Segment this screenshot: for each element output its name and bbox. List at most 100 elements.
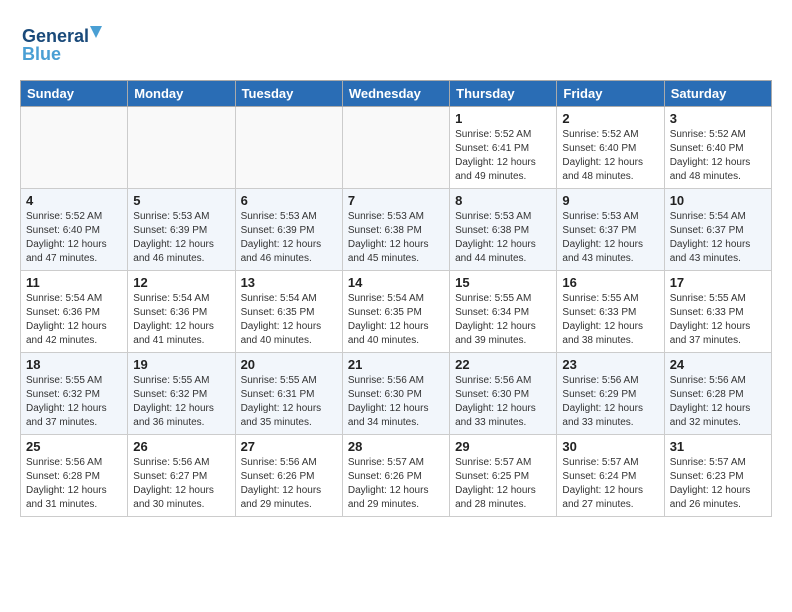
calendar-table: SundayMondayTuesdayWednesdayThursdayFrid… [20,80,772,517]
calendar-day-cell: 1 Sunrise: 5:52 AM Sunset: 6:41 PM Daylig… [450,107,557,189]
day-number: 8 [455,193,551,208]
day-info: Sunrise: 5:52 AM Sunset: 6:41 PM Dayligh… [455,128,551,184]
day-info: Sunrise: 5:55 AM Sunset: 6:33 PM Dayligh… [562,292,658,348]
day-info: Sunrise: 5:55 AM Sunset: 6:31 PM Dayligh… [241,374,337,430]
day-info: Sunrise: 5:55 AM Sunset: 6:34 PM Dayligh… [455,292,551,348]
calendar-day-cell: 10 Sunrise: 5:54 AM Sunset: 6:37 PM Dayli… [664,189,771,271]
day-info: Sunrise: 5:53 AM Sunset: 6:38 PM Dayligh… [348,210,444,266]
day-info: Sunrise: 5:56 AM Sunset: 6:30 PM Dayligh… [455,374,551,430]
day-number: 4 [26,193,122,208]
day-info: Sunrise: 5:53 AM Sunset: 6:38 PM Dayligh… [455,210,551,266]
day-number: 19 [133,357,229,372]
day-number: 27 [241,439,337,454]
svg-text:General: General [22,26,89,46]
day-info: Sunrise: 5:56 AM Sunset: 6:29 PM Dayligh… [562,374,658,430]
day-info: Sunrise: 5:56 AM Sunset: 6:26 PM Dayligh… [241,456,337,512]
day-number: 12 [133,275,229,290]
day-info: Sunrise: 5:52 AM Sunset: 6:40 PM Dayligh… [26,210,122,266]
calendar-day-cell: 22 Sunrise: 5:56 AM Sunset: 6:30 PM Dayli… [450,353,557,435]
calendar-day-cell: 26 Sunrise: 5:56 AM Sunset: 6:27 PM Dayli… [128,435,235,517]
day-number: 14 [348,275,444,290]
day-info: Sunrise: 5:57 AM Sunset: 6:24 PM Dayligh… [562,456,658,512]
calendar-day-cell: 25Sunrise: 5:56 AM Sunset: 6:28 PM Dayli… [21,435,128,517]
weekday-header-cell: Saturday [664,81,771,107]
calendar-day-cell: 20 Sunrise: 5:55 AM Sunset: 6:31 PM Dayli… [235,353,342,435]
weekday-header-row: SundayMondayTuesdayWednesdayThursdayFrid… [21,81,772,107]
day-info: Sunrise: 5:53 AM Sunset: 6:39 PM Dayligh… [241,210,337,266]
calendar-day-cell: 19 Sunrise: 5:55 AM Sunset: 6:32 PM Dayli… [128,353,235,435]
day-info: Sunrise: 5:57 AM Sunset: 6:26 PM Dayligh… [348,456,444,512]
day-number: 17 [670,275,766,290]
calendar-week-row: 11Sunrise: 5:54 AM Sunset: 6:36 PM Dayli… [21,271,772,353]
calendar-day-cell: 8 Sunrise: 5:53 AM Sunset: 6:38 PM Daylig… [450,189,557,271]
calendar-day-cell: 24 Sunrise: 5:56 AM Sunset: 6:28 PM Dayli… [664,353,771,435]
calendar-day-cell: 3Sunrise: 5:52 AM Sunset: 6:40 PM Daylig… [664,107,771,189]
day-number: 1 [455,111,551,126]
day-info: Sunrise: 5:52 AM Sunset: 6:40 PM Dayligh… [562,128,658,184]
calendar-day-cell: 12 Sunrise: 5:54 AM Sunset: 6:36 PM Dayli… [128,271,235,353]
calendar-day-cell: 4 Sunrise: 5:52 AM Sunset: 6:40 PM Daylig… [21,189,128,271]
day-number: 26 [133,439,229,454]
calendar-day-cell [235,107,342,189]
calendar-day-cell [128,107,235,189]
day-info: Sunrise: 5:57 AM Sunset: 6:25 PM Dayligh… [455,456,551,512]
calendar-day-cell: 30Sunrise: 5:57 AM Sunset: 6:24 PM Dayli… [557,435,664,517]
calendar-week-row: 25Sunrise: 5:56 AM Sunset: 6:28 PM Dayli… [21,435,772,517]
day-number: 18 [26,357,122,372]
calendar-day-cell: 27 Sunrise: 5:56 AM Sunset: 6:26 PM Dayli… [235,435,342,517]
weekday-header-cell: Monday [128,81,235,107]
day-number: 22 [455,357,551,372]
day-info: Sunrise: 5:56 AM Sunset: 6:28 PM Dayligh… [670,374,766,430]
calendar-day-cell: 31Sunrise: 5:57 AM Sunset: 6:23 PM Dayli… [664,435,771,517]
day-number: 15 [455,275,551,290]
logo-svg: General Blue [20,20,110,70]
calendar-day-cell: 5Sunrise: 5:53 AM Sunset: 6:39 PM Daylig… [128,189,235,271]
weekday-header-cell: Friday [557,81,664,107]
header: General Blue [20,20,772,70]
day-info: Sunrise: 5:53 AM Sunset: 6:37 PM Dayligh… [562,210,658,266]
day-number: 29 [455,439,551,454]
calendar-day-cell: 28 Sunrise: 5:57 AM Sunset: 6:26 PM Dayli… [342,435,449,517]
calendar-day-cell: 15 Sunrise: 5:55 AM Sunset: 6:34 PM Dayli… [450,271,557,353]
day-number: 24 [670,357,766,372]
day-number: 16 [562,275,658,290]
day-number: 21 [348,357,444,372]
calendar-week-row: 4 Sunrise: 5:52 AM Sunset: 6:40 PM Daylig… [21,189,772,271]
day-info: Sunrise: 5:52 AM Sunset: 6:40 PM Dayligh… [670,128,766,184]
day-info: Sunrise: 5:54 AM Sunset: 6:36 PM Dayligh… [133,292,229,348]
calendar-day-cell: 17 Sunrise: 5:55 AM Sunset: 6:33 PM Dayli… [664,271,771,353]
day-number: 23 [562,357,658,372]
day-number: 6 [241,193,337,208]
calendar-day-cell: 11Sunrise: 5:54 AM Sunset: 6:36 PM Dayli… [21,271,128,353]
calendar-day-cell: 6 Sunrise: 5:53 AM Sunset: 6:39 PM Daylig… [235,189,342,271]
calendar-body: 1 Sunrise: 5:52 AM Sunset: 6:41 PM Daylig… [21,107,772,517]
day-number: 7 [348,193,444,208]
day-info: Sunrise: 5:56 AM Sunset: 6:27 PM Dayligh… [133,456,229,512]
day-info: Sunrise: 5:54 AM Sunset: 6:35 PM Dayligh… [241,292,337,348]
day-number: 28 [348,439,444,454]
logo: General Blue [20,20,110,70]
calendar-day-cell: 21 Sunrise: 5:56 AM Sunset: 6:30 PM Dayli… [342,353,449,435]
calendar-week-row: 1 Sunrise: 5:52 AM Sunset: 6:41 PM Daylig… [21,107,772,189]
day-number: 13 [241,275,337,290]
day-number: 31 [670,439,766,454]
day-info: Sunrise: 5:56 AM Sunset: 6:28 PM Dayligh… [26,456,122,512]
calendar-day-cell: 9 Sunrise: 5:53 AM Sunset: 6:37 PM Daylig… [557,189,664,271]
day-number: 10 [670,193,766,208]
calendar-day-cell: 2 Sunrise: 5:52 AM Sunset: 6:40 PM Daylig… [557,107,664,189]
weekday-header-cell: Tuesday [235,81,342,107]
day-number: 9 [562,193,658,208]
day-info: Sunrise: 5:55 AM Sunset: 6:32 PM Dayligh… [133,374,229,430]
weekday-header-cell: Sunday [21,81,128,107]
day-info: Sunrise: 5:54 AM Sunset: 6:36 PM Dayligh… [26,292,122,348]
day-info: Sunrise: 5:55 AM Sunset: 6:33 PM Dayligh… [670,292,766,348]
calendar-day-cell: 29 Sunrise: 5:57 AM Sunset: 6:25 PM Dayli… [450,435,557,517]
day-number: 20 [241,357,337,372]
calendar-day-cell [342,107,449,189]
svg-text:Blue: Blue [22,44,61,64]
day-info: Sunrise: 5:56 AM Sunset: 6:30 PM Dayligh… [348,374,444,430]
day-info: Sunrise: 5:54 AM Sunset: 6:35 PM Dayligh… [348,292,444,348]
day-info: Sunrise: 5:54 AM Sunset: 6:37 PM Dayligh… [670,210,766,266]
day-number: 2 [562,111,658,126]
calendar-day-cell: 14 Sunrise: 5:54 AM Sunset: 6:35 PM Dayli… [342,271,449,353]
